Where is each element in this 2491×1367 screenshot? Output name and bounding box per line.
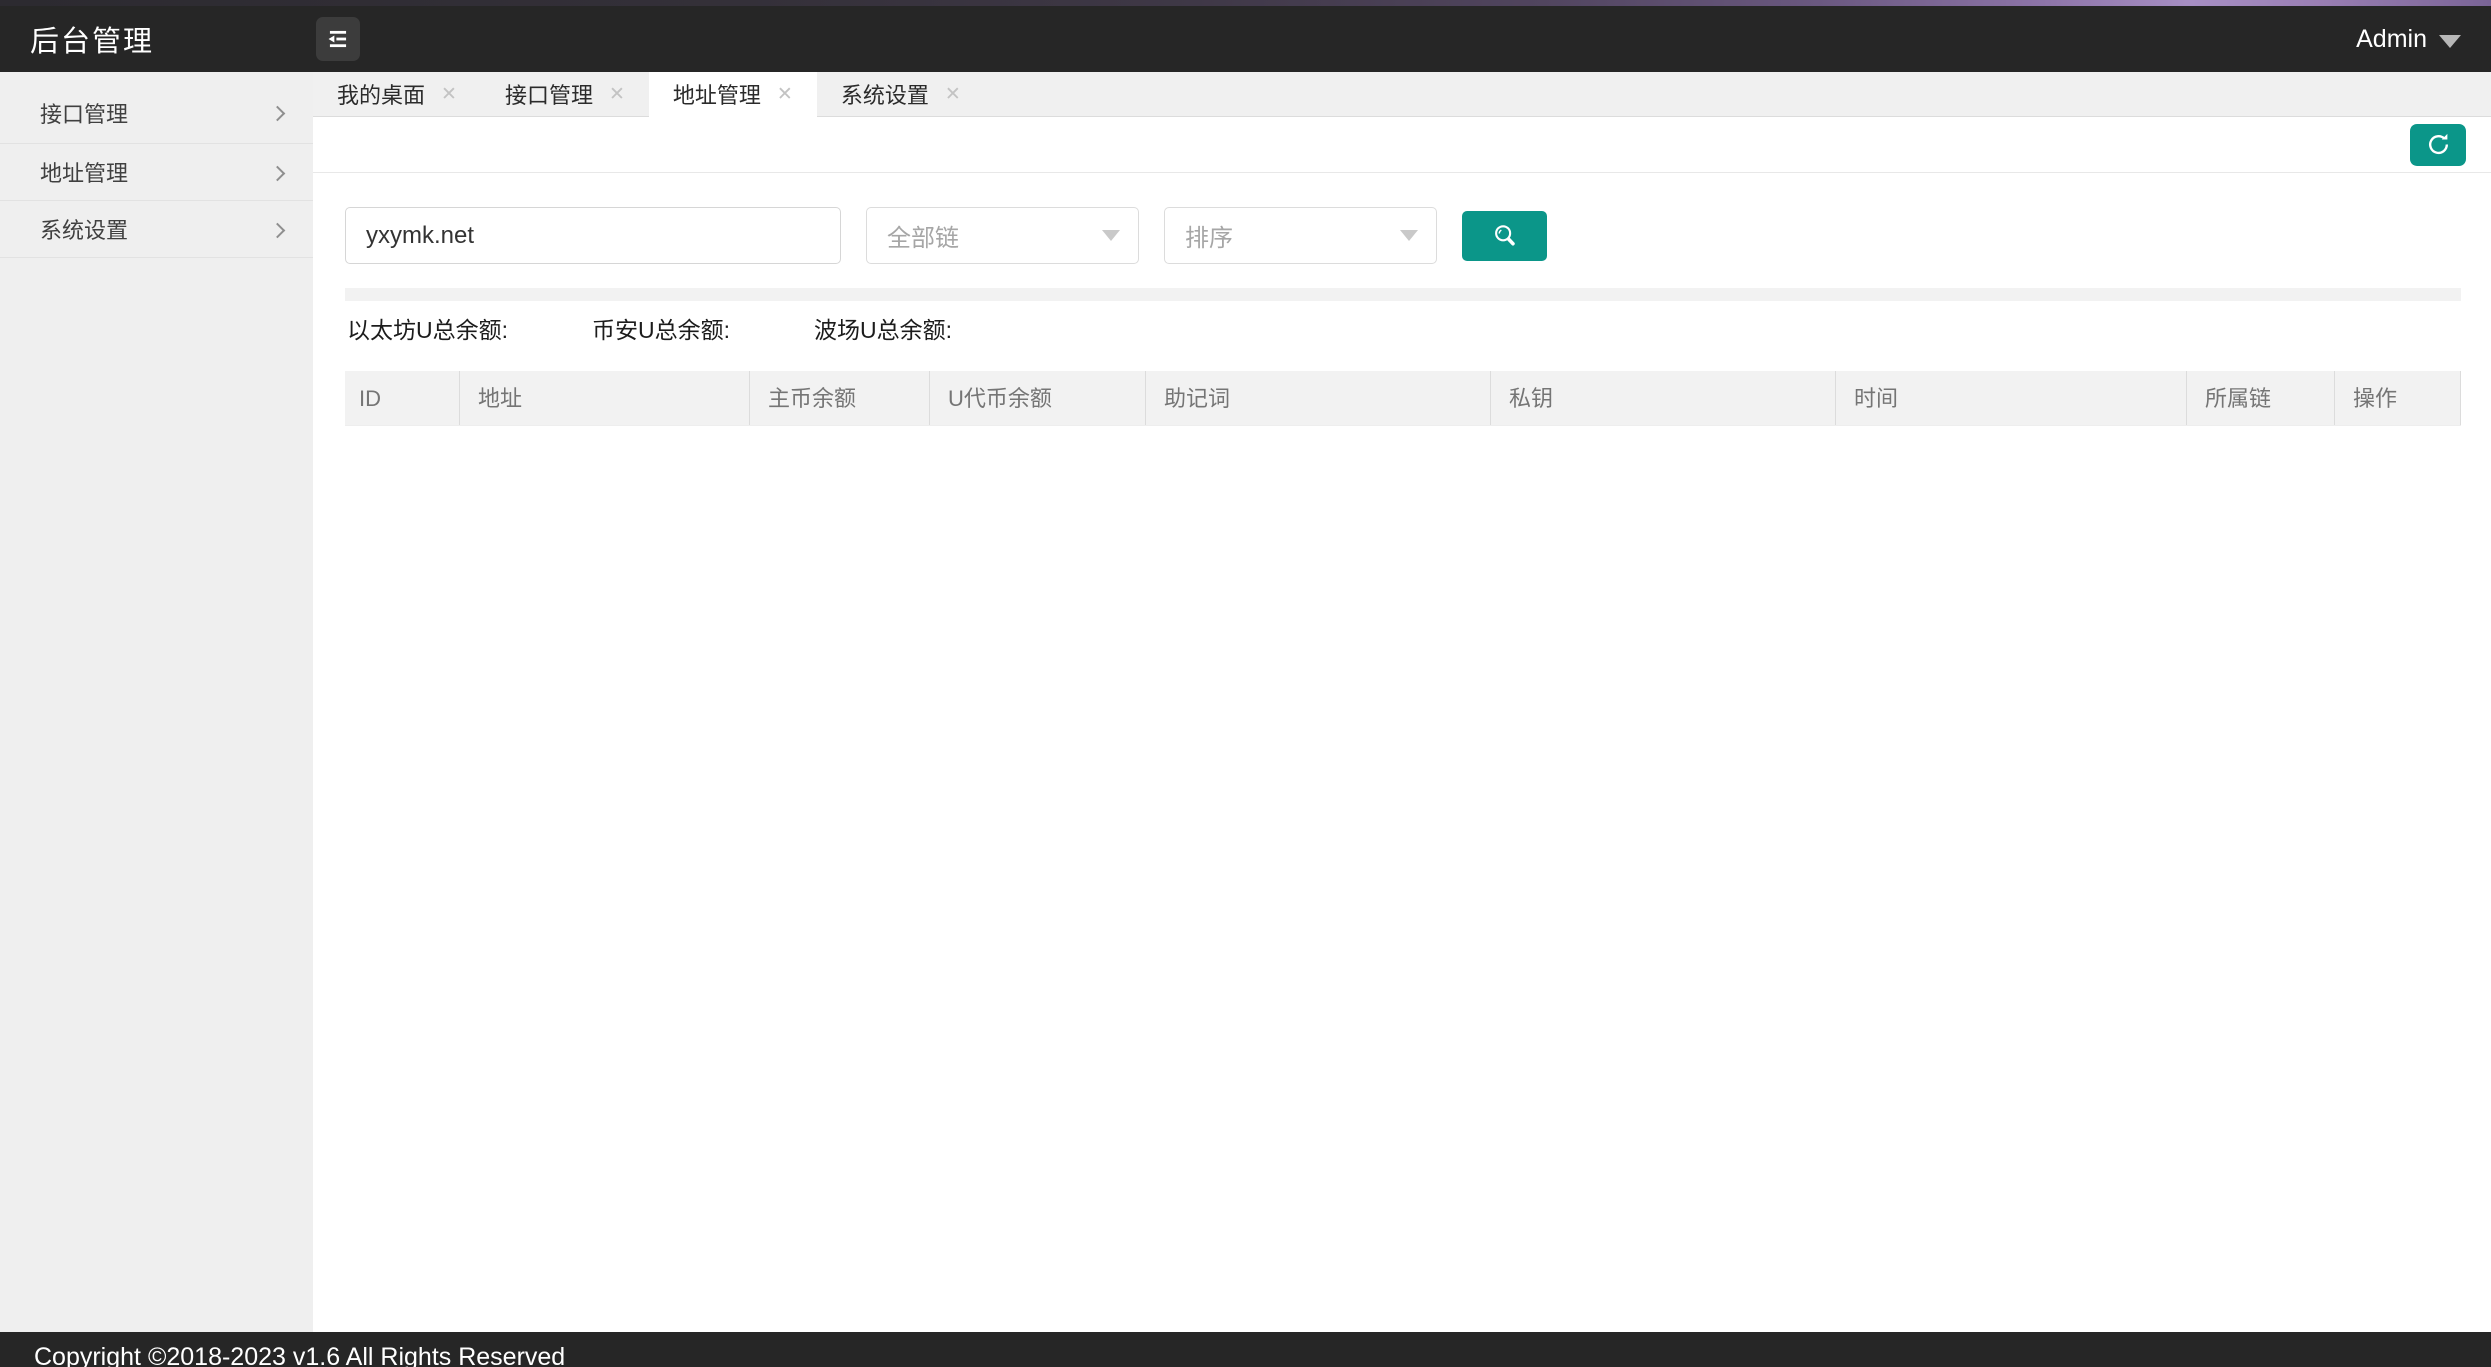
sidebar-toggle-button[interactable] — [316, 17, 360, 61]
copyright-text: Copyright ©2018-2023 v1.6 All Rights Res… — [0, 1332, 2491, 1367]
column-u-token-balance: U代币余额 — [930, 371, 1146, 425]
sort-select-value: 排序 — [1185, 218, 1233, 253]
chain-select[interactable]: 全部链 — [866, 207, 1139, 264]
collapse-menu-icon — [324, 25, 352, 53]
search-icon — [1490, 221, 1520, 251]
chain-select-value: 全部链 — [887, 218, 959, 253]
sidebar-item-address-management[interactable]: 地址管理 — [0, 144, 313, 201]
column-id: ID — [345, 371, 460, 425]
close-tab-icon[interactable]: ✕ — [945, 85, 961, 104]
tab-label: 地址管理 — [673, 78, 761, 110]
bsc-u-balance-label: 币安U总余额: — [592, 311, 730, 345]
tab-bar: 我的桌面 ✕ 接口管理 ✕ 地址管理 ✕ 系统设置 ✕ — [313, 72, 2491, 117]
refresh-button[interactable] — [2410, 124, 2466, 166]
table-body-empty — [313, 426, 2491, 1332]
tron-u-balance-label: 波场U总余额: — [814, 311, 952, 345]
tab-label: 系统设置 — [841, 78, 929, 110]
caret-down-icon — [1102, 230, 1120, 241]
sort-select[interactable]: 排序 — [1164, 207, 1437, 264]
tab-api-management[interactable]: 接口管理 ✕ — [481, 72, 649, 116]
caret-down-icon — [2439, 35, 2461, 48]
sidebar-item-api-management[interactable]: 接口管理 — [0, 82, 313, 144]
column-private-key: 私钥 — [1491, 371, 1836, 425]
column-address: 地址 — [460, 371, 750, 425]
column-mnemonic: 助记词 — [1146, 371, 1491, 425]
close-tab-icon[interactable]: ✕ — [441, 85, 457, 104]
balance-stats: 以太坊U总余额: 币安U总余额: 波场U总余额: — [313, 311, 2491, 345]
content-panel: 我的桌面 ✕ 接口管理 ✕ 地址管理 ✕ 系统设置 ✕ — [313, 72, 2491, 1332]
chevron-right-icon — [270, 222, 286, 238]
tab-label: 我的桌面 — [337, 78, 425, 110]
search-input[interactable] — [345, 207, 841, 264]
sidebar-item-label: 接口管理 — [40, 97, 128, 129]
user-menu[interactable]: Admin — [2356, 25, 2491, 54]
main-area: 接口管理 地址管理 系统设置 我的桌面 ✕ 接口管理 ✕ — [0, 72, 2491, 1332]
close-tab-icon[interactable]: ✕ — [609, 85, 625, 104]
column-action: 操作 — [2335, 371, 2461, 425]
user-name: Admin — [2356, 25, 2427, 54]
tab-system-settings[interactable]: 系统设置 ✕ — [817, 72, 985, 116]
tab-label: 接口管理 — [505, 78, 593, 110]
admin-app: 后台管理 Admin 接口管理 地址管理 系 — [0, 0, 2491, 1367]
app-footer: Copyright ©2018-2023 v1.6 All Rights Res… — [0, 1332, 2491, 1367]
app-header: 后台管理 Admin — [0, 6, 2491, 72]
column-main-balance: 主币余额 — [750, 371, 930, 425]
sidebar: 接口管理 地址管理 系统设置 — [0, 72, 313, 1332]
caret-down-icon — [1400, 230, 1418, 241]
search-button[interactable] — [1462, 211, 1547, 261]
column-chain: 所属链 — [2187, 371, 2335, 425]
toolbar — [313, 117, 2491, 173]
app-title: 后台管理 — [0, 18, 313, 60]
close-tab-icon[interactable]: ✕ — [777, 85, 793, 104]
sidebar-item-label: 系统设置 — [40, 213, 128, 245]
table-header: ID 地址 主币余额 U代币余额 助记词 私钥 时间 所属链 操作 — [345, 371, 2461, 426]
eth-u-balance-label: 以太坊U总余额: — [347, 311, 508, 345]
tab-my-desktop[interactable]: 我的桌面 ✕ — [313, 72, 481, 116]
tab-address-management[interactable]: 地址管理 ✕ — [649, 72, 817, 117]
chevron-right-icon — [270, 165, 286, 181]
sidebar-item-system-settings[interactable]: 系统设置 — [0, 201, 313, 258]
sidebar-item-label: 地址管理 — [40, 156, 128, 188]
search-form: 全部链 排序 — [313, 173, 2491, 288]
divider-strip — [345, 288, 2461, 301]
chevron-right-icon — [270, 106, 286, 122]
refresh-icon — [2425, 131, 2452, 158]
column-time: 时间 — [1836, 371, 2187, 425]
